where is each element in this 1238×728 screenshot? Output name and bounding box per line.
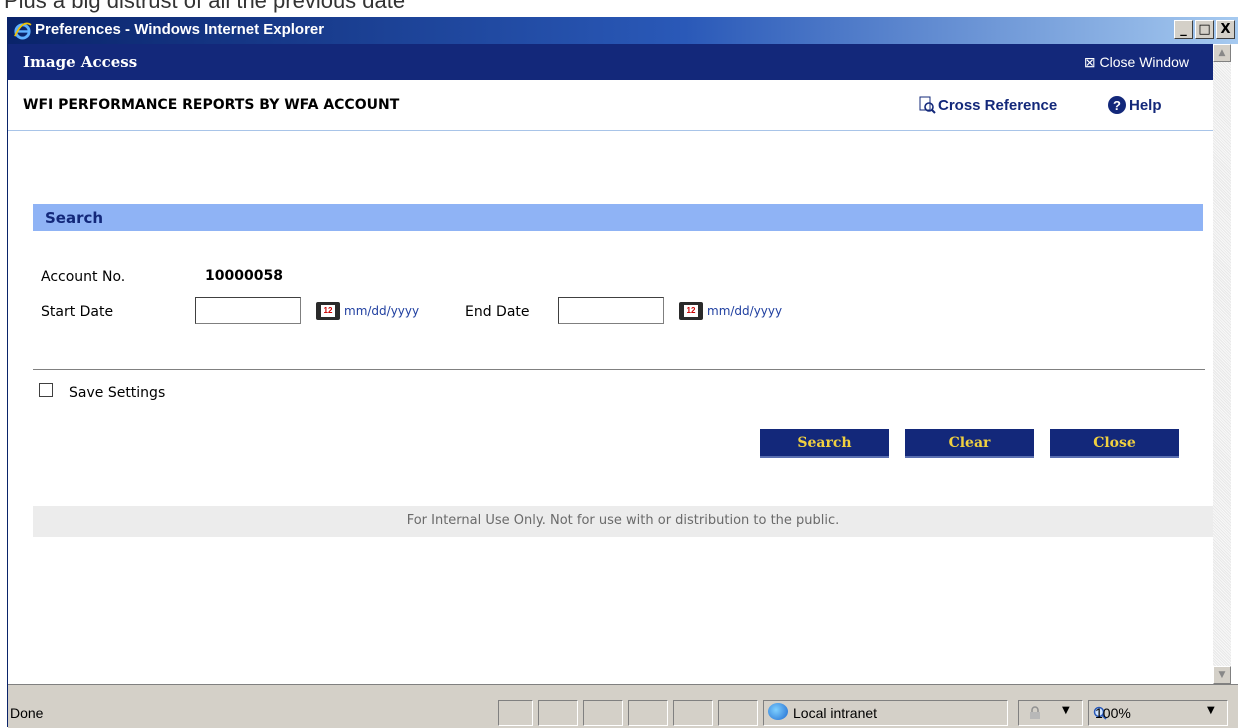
start-date-format-hint: mm/dd/yyyy [344, 304, 420, 318]
end-date-format-hint: mm/dd/yyyy [707, 304, 783, 318]
scroll-down-button[interactable]: ▼ [1213, 666, 1231, 684]
account-label: Account No. [41, 269, 126, 285]
start-date-label: Start Date [41, 304, 114, 320]
status-panel [538, 700, 578, 726]
close-button[interactable]: X [1216, 20, 1235, 39]
security-zone: Local intranet [793, 705, 878, 721]
search-section-title: Search [45, 209, 104, 227]
status-panel [718, 700, 758, 726]
save-settings-label: Save Settings [69, 385, 166, 401]
lock-icon [1030, 706, 1040, 719]
page-content: Image Access ⊠ Close Window WFI PERFORMA… [8, 44, 1213, 684]
status-panel [583, 700, 623, 726]
status-panel [498, 700, 533, 726]
search-section-header: Search [33, 204, 1203, 231]
status-panel [628, 700, 668, 726]
save-settings-checkbox[interactable] [39, 383, 53, 397]
window-titlebar[interactable]: Preferences - Windows Internet Explorer … [8, 17, 1238, 44]
status-bar: Done Local intranet ▼ ▼ 100% [8, 684, 1238, 728]
end-date-label: End Date [465, 304, 530, 320]
close-window-link[interactable]: ⊠ Close Window [1084, 54, 1189, 71]
section-divider [33, 369, 1205, 370]
magnifier-document-icon [919, 96, 936, 114]
status-text: Done [10, 705, 44, 721]
start-date-calendar-icon[interactable]: 12 [316, 302, 340, 320]
help-label: Help [1129, 96, 1162, 114]
window-controls: _ □ X [1174, 20, 1235, 39]
window-title: Preferences - Windows Internet Explorer [35, 21, 325, 38]
end-date-calendar-icon[interactable]: 12 [679, 302, 703, 320]
clear-button[interactable]: Clear [905, 429, 1034, 458]
app-header: Image Access ⊠ Close Window [8, 44, 1213, 80]
account-value: 10000058 [205, 268, 283, 284]
app-title: Image Access [23, 53, 138, 71]
chevron-down-icon[interactable]: ▼ [1062, 705, 1070, 716]
background-page-fragment: Plus a big distrust of all the previous … [0, 0, 1238, 18]
search-button[interactable]: Search [760, 429, 889, 458]
globe-icon [768, 703, 788, 720]
chevron-down-icon[interactable]: ▼ [1207, 705, 1215, 716]
page-title: WFI PERFORMANCE REPORTS BY WFA ACCOUNT [23, 97, 400, 113]
cross-reference-label: Cross Reference [938, 96, 1058, 114]
maximize-button[interactable]: □ [1195, 20, 1214, 39]
footer-notice: For Internal Use Only. Not for use with … [33, 506, 1213, 537]
cross-reference-link[interactable]: Cross Reference [918, 96, 1057, 114]
vertical-scrollbar[interactable]: ▲ ▼ [1213, 44, 1231, 684]
minimize-button[interactable]: _ [1174, 20, 1193, 39]
zoom-level: 100% [1095, 705, 1131, 721]
close-dialog-button[interactable]: Close [1050, 429, 1179, 458]
status-panel [673, 700, 713, 726]
footer-text: For Internal Use Only. Not for use with … [406, 513, 840, 528]
protected-mode-panel[interactable]: ▼ [1018, 700, 1083, 726]
page-subheader: WFI PERFORMANCE REPORTS BY WFA ACCOUNT C… [8, 80, 1213, 131]
help-link[interactable]: ? Help [1108, 96, 1162, 114]
ie-window: Preferences - Windows Internet Explorer … [7, 17, 1238, 728]
background-text: Plus a big distrust of all the previous … [4, 0, 406, 13]
scroll-up-button[interactable]: ▲ [1213, 44, 1231, 62]
ie-logo-icon [14, 22, 32, 40]
end-date-input[interactable] [558, 297, 664, 324]
help-icon: ? [1108, 96, 1126, 114]
start-date-input[interactable] [195, 297, 301, 324]
